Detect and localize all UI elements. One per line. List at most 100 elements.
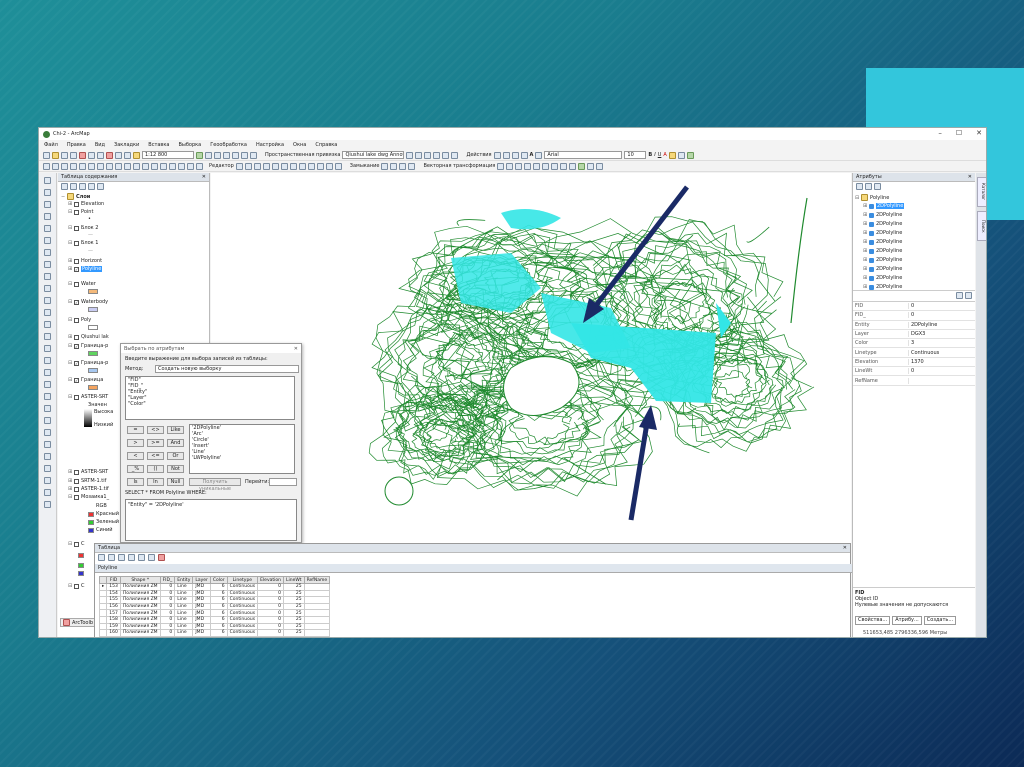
op-greater-button[interactable]: > <box>127 439 144 447</box>
goto-input[interactable] <box>269 478 297 486</box>
table-row[interactable]: 154 Полилиния ZM 0 Line JMD 6 Continuous 0 25 <box>98 589 331 598</box>
column-header[interactable]: Entity <box>174 576 194 584</box>
save-icon[interactable] <box>61 151 68 159</box>
layer-checkbox[interactable] <box>74 281 79 287</box>
magnifier-icon[interactable] <box>44 441 51 448</box>
switch-selection-icon[interactable] <box>128 554 135 561</box>
toc-layer-mosaic[interactable]: ⊟ Мозаика1_ <box>68 494 109 500</box>
toc-options-icon[interactable] <box>97 183 104 190</box>
search-tab[interactable]: Поиск <box>977 211 986 241</box>
op-not-button[interactable]: Not <box>167 465 184 473</box>
menu-edit[interactable]: Правка <box>67 142 86 148</box>
select-elements-tool-icon[interactable] <box>44 297 51 304</box>
pan-small-icon[interactable] <box>79 162 86 170</box>
op-like-button[interactable]: Like <box>167 426 184 434</box>
tree-feature[interactable]: ⊞ 2DPolyline <box>863 248 902 254</box>
layer-checkbox[interactable] <box>74 494 79 500</box>
rectangle-icon[interactable] <box>520 151 528 159</box>
reshape-icon[interactable] <box>280 162 288 170</box>
row-selector[interactable] <box>98 609 108 617</box>
attr-sort-icon[interactable] <box>865 183 872 190</box>
vt-new-link-icon[interactable] <box>506 162 514 170</box>
op-in-button[interactable]: In <box>147 478 164 486</box>
font-color-icon[interactable]: A <box>663 152 666 158</box>
layout-small-icon[interactable] <box>196 162 203 170</box>
back-small-icon[interactable] <box>97 162 104 170</box>
undo-icon[interactable] <box>115 151 122 159</box>
attr-row[interactable]: FID 0 <box>853 302 975 312</box>
table-row[interactable]: 160 Полилиния ZM 0 Line JMD 6 Continuous 0 25 <box>98 629 331 637</box>
column-header[interactable]: LineWt <box>282 576 305 584</box>
dialog-close-icon[interactable]: ✕ <box>294 346 298 352</box>
table-row[interactable]: 155 Полилиния ZM 0 Line JMD 6 Continuous 0 25 <box>98 596 331 604</box>
vt-preview-icon[interactable] <box>560 162 568 170</box>
pause-drawing-icon[interactable] <box>44 501 51 508</box>
table-row[interactable]: ▸ 153 Полилиния ZM 0 Line JMD 6 Continuous 0 25 <box>98 583 331 591</box>
measure-small-icon[interactable] <box>133 162 140 170</box>
layer-checkbox[interactable] <box>74 486 79 492</box>
refresh-icon[interactable] <box>44 489 51 496</box>
attr-row[interactable]: Entity 2DPolyline <box>853 321 975 330</box>
get-unique-values-button[interactable]: Получить уникальные <box>189 478 241 492</box>
hyperlink-small-icon[interactable] <box>142 162 149 170</box>
go-forward-icon[interactable] <box>44 261 51 268</box>
toc-root[interactable]: − Слои <box>61 193 90 200</box>
pan-icon[interactable] <box>44 201 51 208</box>
html-popup-small-icon[interactable] <box>151 162 158 170</box>
full-extent-small-icon[interactable] <box>88 162 95 170</box>
layer-checkbox-checked[interactable]: ✓ <box>74 299 79 305</box>
row-selector[interactable]: ▸ <box>98 583 108 591</box>
row-selector[interactable] <box>98 615 108 624</box>
time-slider-icon[interactable] <box>44 393 51 400</box>
toc-layer-boundary2[interactable]: ⊟ ✓ Граница-р <box>68 360 108 366</box>
close-button[interactable]: ✕ <box>976 129 982 137</box>
bold-icon[interactable]: B <box>648 152 652 158</box>
fill-color-icon[interactable] <box>668 151 676 159</box>
select-features-icon[interactable] <box>44 273 51 280</box>
layer-checkbox-checked[interactable]: ✓ <box>74 343 79 349</box>
toc-layer-polyline[interactable]: ⊞ ✓ Polyline <box>68 266 103 272</box>
table-row[interactable]: 157 Полилиния ZM 0 Line JMD 6 Continuous 0 25 <box>98 609 331 617</box>
search-icon[interactable] <box>223 151 230 159</box>
attributes-icon[interactable] <box>316 162 324 170</box>
vt-multi-link-icon[interactable] <box>515 162 523 170</box>
column-header[interactable]: Elevation <box>257 576 284 584</box>
list-by-selection-icon[interactable] <box>88 183 95 190</box>
print-icon[interactable] <box>70 151 77 159</box>
layer-checkbox[interactable] <box>74 478 79 484</box>
html-popup-icon[interactable] <box>44 381 51 388</box>
go-to-xy-icon[interactable] <box>44 345 51 352</box>
attr-row[interactable]: FID_ 0 <box>853 311 975 321</box>
maximize-button[interactable]: ☐ <box>956 129 962 137</box>
menu-selection[interactable]: Выборка <box>178 142 201 148</box>
table-row[interactable]: 158 Полилиния ZM 0 Line JMD 6 Continuous 0 25 <box>98 615 331 624</box>
op-null-button[interactable]: Null <box>167 478 184 486</box>
clear-selection-icon[interactable] <box>138 554 145 561</box>
scale-tool-icon[interactable] <box>451 151 459 159</box>
layer-checkbox[interactable] <box>74 258 79 264</box>
row-selector[interactable] <box>98 596 108 604</box>
python-icon[interactable] <box>241 151 248 159</box>
tree-feature[interactable]: ⊞ 2DPolyline <box>863 230 902 236</box>
toc-layer-block2[interactable]: ⊟ Блок 2 <box>68 225 98 231</box>
vt-adjust-icon[interactable] <box>578 162 586 170</box>
italic-icon[interactable]: I <box>654 152 655 158</box>
tree-feature[interactable]: ⊞ 2DPolyline <box>863 221 902 227</box>
layer-checkbox[interactable] <box>74 469 79 475</box>
identify-icon[interactable] <box>44 309 51 316</box>
underline-icon[interactable]: U <box>658 152 662 158</box>
editor-toolbar-icon[interactable] <box>196 151 203 159</box>
layer-checkbox[interactable] <box>74 225 79 231</box>
identify-small-icon[interactable] <box>115 162 122 170</box>
tab-properties[interactable]: Свойства... <box>855 616 891 625</box>
layer-checkbox[interactable] <box>74 541 79 547</box>
catalog-icon[interactable] <box>214 151 221 159</box>
column-header[interactable]: Color <box>209 576 228 584</box>
hyperlink-icon[interactable] <box>44 369 51 376</box>
text-tool-icon[interactable]: A <box>530 152 534 158</box>
toc-layer-srtm1[interactable]: ⊞ SRTM-1.tif <box>68 478 106 484</box>
layer-checkbox[interactable] <box>74 209 79 215</box>
actions-menu[interactable]: Действия <box>466 152 491 158</box>
forward-small-icon[interactable] <box>106 162 113 170</box>
toc-layer-boundary3[interactable]: ⊟ ✓ Граница <box>68 377 103 383</box>
